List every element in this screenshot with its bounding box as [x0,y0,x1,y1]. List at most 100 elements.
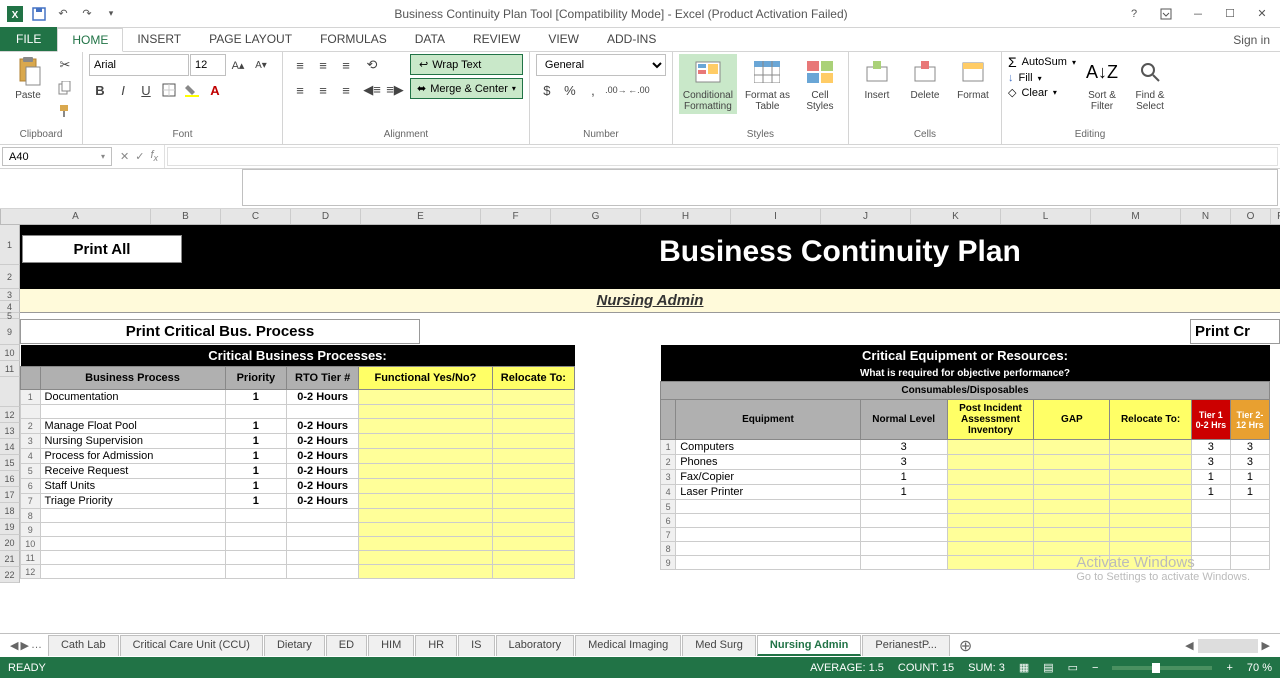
col-header-H[interactable]: H [641,209,731,224]
table-row[interactable]: 12 [21,565,575,579]
table-row[interactable]: 3Nursing Supervision10-2 Hours [21,434,575,449]
row-header[interactable]: 17 [0,487,20,503]
col-header-F[interactable]: F [481,209,551,224]
row-header[interactable]: 18 [0,503,20,519]
sheet-tab[interactable]: ED [326,635,367,656]
row-header[interactable]: 12 [0,407,20,423]
align-middle-icon[interactable]: ≡ [312,54,334,76]
col-header-A[interactable]: A [1,209,151,224]
underline-button[interactable]: U [135,79,157,101]
tab-data[interactable]: DATA [401,27,459,51]
table-row[interactable]: 11 [21,551,575,565]
table-row[interactable]: 9 [21,523,575,537]
decrease-decimal-icon[interactable]: ←.00 [628,79,650,101]
decrease-indent-icon[interactable]: ◀≡ [361,79,383,101]
format-cells-button[interactable]: Format [951,54,995,103]
row-header[interactable]: 22 [0,567,20,583]
orientation-icon[interactable]: ⟲ [361,54,383,76]
row-header[interactable]: 13 [0,423,20,439]
col-header-C[interactable]: C [221,209,291,224]
increase-font-icon[interactable]: A▴ [227,54,249,76]
font-name-combo[interactable] [89,54,189,76]
autosum-button[interactable]: Σ AutoSum ▾ [1008,54,1076,70]
table-row[interactable]: 4Process for Admission10-2 Hours [21,449,575,464]
help-icon[interactable]: ? [1120,3,1148,25]
font-color-icon[interactable]: A [204,79,226,101]
delete-cells-button[interactable]: Delete [903,54,947,103]
wrap-text-button[interactable]: ↩Wrap Text [410,54,523,75]
table-row[interactable]: 3Fax/Copier111 [661,470,1270,485]
col-header-O[interactable]: O [1231,209,1271,224]
row-header[interactable]: 1 [0,225,20,265]
sheet-tab[interactable]: Nursing Admin [757,635,861,656]
table-row[interactable]: 1Computers333 [661,440,1270,455]
italic-button[interactable]: I [112,79,134,101]
maximize-icon[interactable]: ☐ [1216,3,1244,25]
table-row[interactable]: 5 [661,500,1270,514]
format-painter-icon[interactable] [54,100,76,122]
copy-icon[interactable] [54,77,76,99]
sheet-tab[interactable]: Dietary [264,635,325,656]
table-row[interactable]: 8 [21,509,575,523]
tab-file[interactable]: FILE [0,27,57,51]
undo-icon[interactable]: ↶ [52,3,74,25]
table-row[interactable]: 7 [661,528,1270,542]
tab-review[interactable]: REVIEW [459,27,534,51]
sheet-tab[interactable]: HR [415,635,457,656]
sheet-tab[interactable]: IS [458,635,494,656]
row-header[interactable]: 20 [0,535,20,551]
row-header[interactable]: 16 [0,471,20,487]
tab-home[interactable]: HOME [57,28,123,52]
decrease-font-icon[interactable]: A▾ [250,54,272,76]
hscroll-right-icon[interactable]: ▶ [1262,639,1270,652]
tab-addins[interactable]: ADD-INS [593,27,670,51]
view-normal-icon[interactable]: ▦ [1019,661,1029,674]
print-critical-right-button[interactable]: Print Cr [1190,319,1280,344]
column-headers[interactable]: ABCDEFGHIJKLMNOP [0,209,1280,225]
table-row[interactable]: 2Manage Float Pool10-2 Hours [21,419,575,434]
table-row[interactable]: 4Laser Printer111 [661,485,1270,500]
row-header[interactable]: 11 [0,361,20,377]
zoom-level[interactable]: 70 % [1247,662,1272,674]
sort-filter-button[interactable]: A↓ZSort & Filter [1080,54,1124,114]
sheet-tab[interactable]: Cath Lab [48,635,119,656]
col-header-N[interactable]: N [1181,209,1231,224]
align-right-icon[interactable]: ≡ [335,79,357,101]
row-header[interactable]: 19 [0,519,20,535]
table-row[interactable]: 5Receive Request10-2 Hours [21,464,575,479]
qat-customize-icon[interactable]: ▾ [100,3,122,25]
borders-icon[interactable] [158,79,180,101]
align-top-icon[interactable]: ≡ [289,54,311,76]
col-header-I[interactable]: I [731,209,821,224]
fill-button[interactable]: ↓ Fill ▾ [1008,72,1076,84]
col-header-B[interactable]: B [151,209,221,224]
table-row[interactable]: 6Staff Units10-2 Hours [21,479,575,494]
view-page-layout-icon[interactable]: ▤ [1043,661,1053,674]
format-as-table-button[interactable]: Format as Table [741,54,794,114]
col-header-K[interactable]: K [911,209,1001,224]
tab-page-layout[interactable]: PAGE LAYOUT [195,27,306,51]
comma-icon[interactable]: , [582,79,604,101]
align-left-icon[interactable]: ≡ [289,79,311,101]
save-icon[interactable] [28,3,50,25]
sheet-tab[interactable]: Med Surg [682,635,756,656]
col-header-P[interactable]: P [1271,209,1280,224]
row-header[interactable]: 15 [0,455,20,471]
fx-icon[interactable]: fx [150,149,158,163]
align-center-icon[interactable]: ≡ [312,79,334,101]
sheet-tab[interactable]: Medical Imaging [575,635,681,656]
number-format-combo[interactable]: General [536,54,666,76]
col-header-G[interactable]: G [551,209,641,224]
hscroll-track[interactable] [1198,639,1258,653]
tab-view[interactable]: VIEW [534,27,593,51]
table-row[interactable]: 7Triage Priority10-2 Hours [21,494,575,509]
paste-button[interactable]: Paste [6,54,50,103]
row-header[interactable]: 3 [0,289,20,301]
name-box[interactable]: A40▾ [2,147,112,166]
col-header-M[interactable]: M [1091,209,1181,224]
row-header[interactable]: 2 [0,265,20,289]
zoom-slider[interactable] [1112,666,1212,670]
col-header-E[interactable]: E [361,209,481,224]
fill-color-icon[interactable] [181,79,203,101]
redo-icon[interactable]: ↷ [76,3,98,25]
